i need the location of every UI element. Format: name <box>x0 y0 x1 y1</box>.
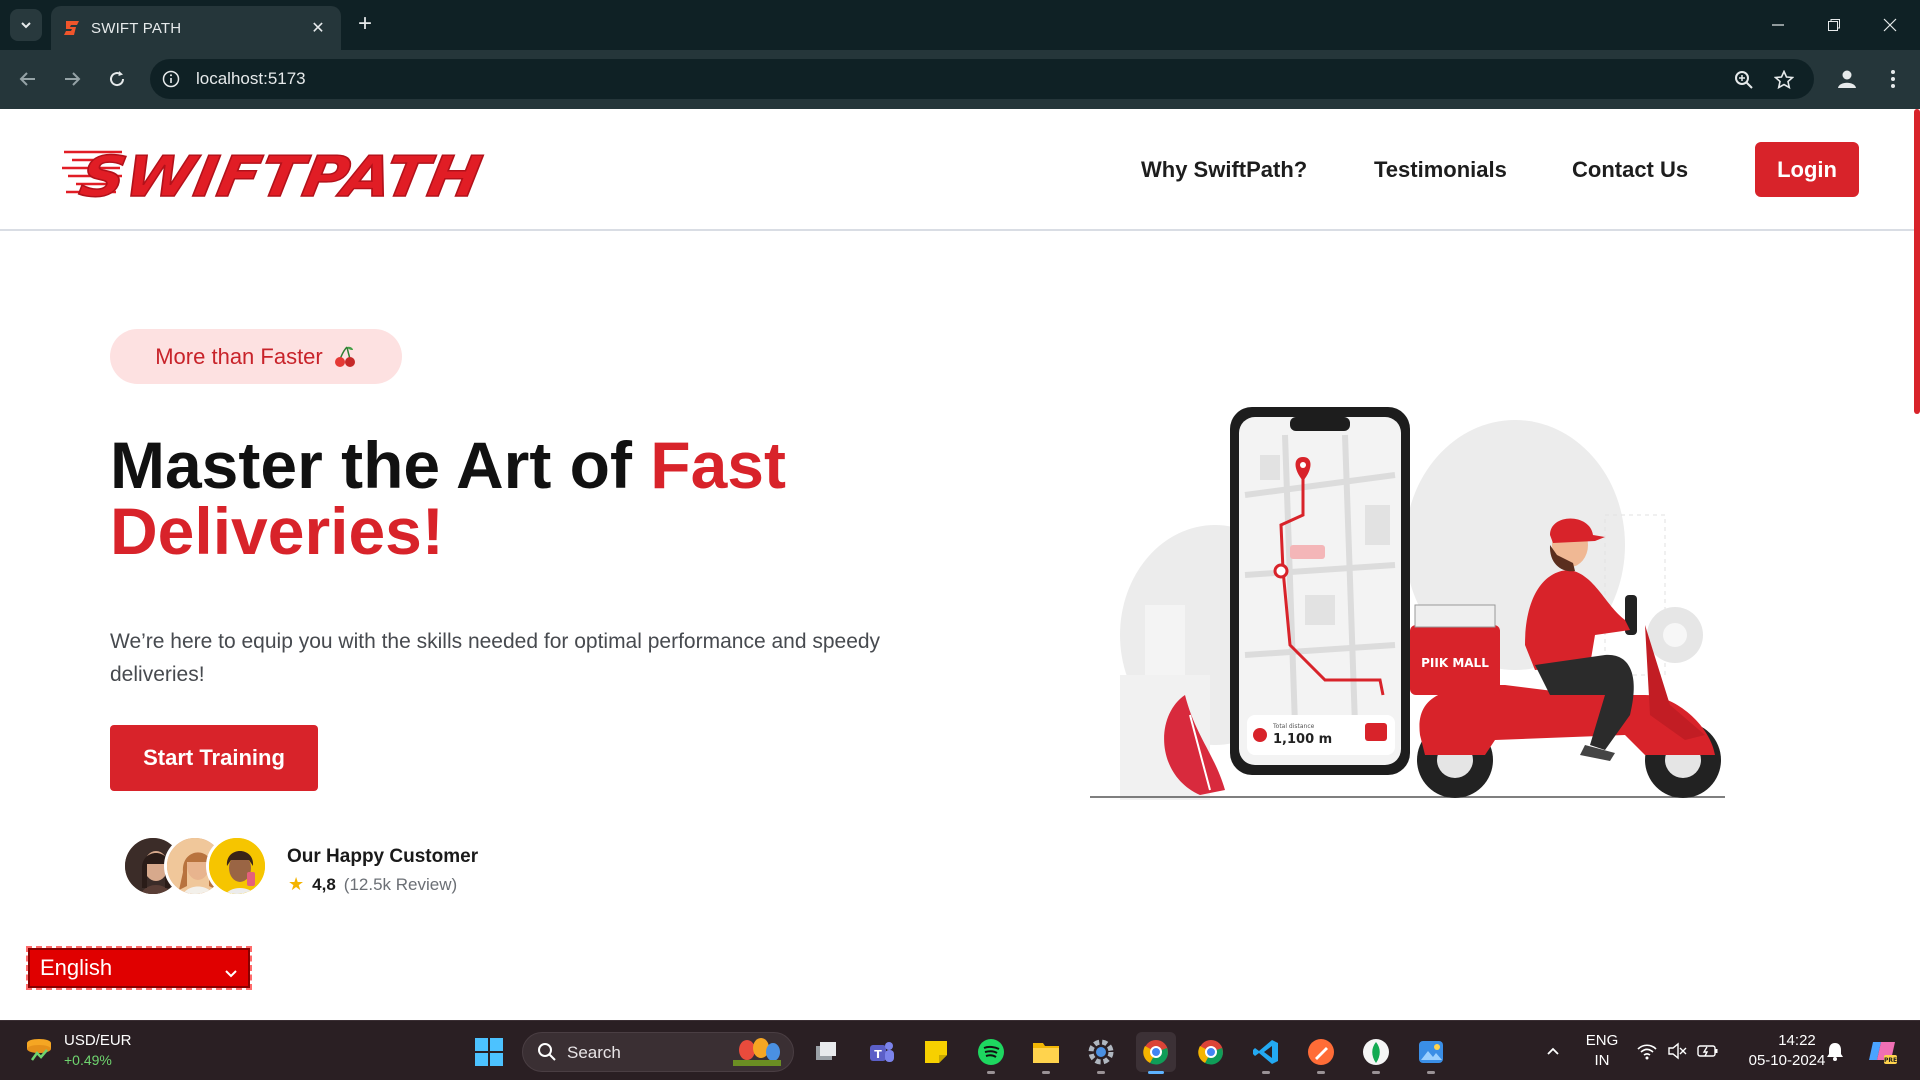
windows-taskbar: USD/EUR +0.49% Search T ENG IN 14:22 05-… <box>0 1020 1920 1080</box>
nav-why-swiftpath[interactable]: Why SwiftPath? <box>1141 157 1307 183</box>
hero-subtitle: We’re here to equip you with the skills … <box>110 630 881 686</box>
rating-reviews: (12.5k Review) <box>343 874 458 894</box>
url-field[interactable]: localhost:5173 <box>150 59 1814 99</box>
chevron-up-icon[interactable] <box>1542 1040 1564 1062</box>
new-tab-icon[interactable]: + <box>352 12 378 38</box>
tagline-pill: More than Faster <box>110 329 402 384</box>
cherry-icon <box>333 345 357 369</box>
running-indicator <box>1372 1071 1380 1074</box>
chrome-profile-icon[interactable] <box>1136 1032 1176 1074</box>
address-bar: localhost:5173 <box>0 50 1920 109</box>
window-close-icon[interactable] <box>1862 0 1918 50</box>
bookmark-star-icon[interactable] <box>1772 68 1796 92</box>
running-indicator <box>987 1071 995 1074</box>
clock-date[interactable]: 05-10-2024 <box>1737 1052 1837 1069</box>
ticker-change: +0.49% <box>64 1052 112 1068</box>
tab-title: SWIFT PATH <box>91 19 182 37</box>
tagline-text: More than Faster <box>155 343 323 369</box>
customers-title: Our Happy Customer <box>287 846 479 867</box>
nav-contact-us[interactable]: Contact Us <box>1572 157 1688 183</box>
browser-tab[interactable]: SWIFT PATH ✕ <box>51 6 341 50</box>
reload-icon[interactable] <box>101 63 133 95</box>
mongodb-compass-icon[interactable] <box>1356 1032 1396 1074</box>
customer-rating: ★ 4,8 (12.5k Review) <box>288 874 457 895</box>
chrome-icon[interactable] <box>1191 1032 1231 1072</box>
hero-title: Master the Art of Fast Deliveries! <box>110 432 910 564</box>
ticker-label: USD/EUR <box>64 1032 132 1049</box>
login-button[interactable]: Login <box>1755 142 1859 197</box>
language-select-value: English <box>40 955 113 980</box>
notification-bell-icon[interactable] <box>1824 1040 1846 1062</box>
running-indicator <box>1427 1071 1435 1074</box>
nav-testimonials[interactable]: Testimonials <box>1374 157 1507 183</box>
avatar <box>206 835 268 897</box>
copilot-icon[interactable]: PRE <box>1867 1036 1897 1066</box>
tab-search-icon[interactable] <box>10 9 42 41</box>
running-indicator <box>1262 1071 1270 1074</box>
profile-icon[interactable] <box>1832 64 1862 94</box>
logo-text: SWIFTPATH <box>75 145 486 206</box>
vscode-icon[interactable] <box>1246 1032 1286 1074</box>
task-view-icon[interactable] <box>806 1032 846 1072</box>
input-language-top[interactable]: ENG <box>1584 1032 1620 1049</box>
box-brand-text: PIIK MALL <box>1421 656 1489 670</box>
browser-tab-strip: SWIFT PATH ✕ + <box>0 0 1920 50</box>
close-icon[interactable]: ✕ <box>307 17 329 39</box>
delivery-scooter-illustration: Total distance 1,100 m PIIK MALL <box>1090 407 1725 800</box>
swiftpath-logo[interactable]: SWIFTPATH <box>62 136 492 206</box>
url-text: localhost:5173 <box>196 69 306 88</box>
svg-text:T: T <box>874 1048 882 1061</box>
site-header: SWIFTPATH Why SwiftPath? Testimonials Co… <box>0 109 1920 231</box>
running-indicator <box>1148 1071 1164 1074</box>
file-explorer-icon[interactable] <box>1026 1032 1066 1074</box>
site-info-icon[interactable] <box>160 68 182 90</box>
svg-text:PRE: PRE <box>1884 1057 1897 1064</box>
swiftpath-favicon-icon <box>63 19 81 37</box>
search-highlight-icon <box>733 1038 781 1066</box>
running-indicator <box>1097 1071 1105 1074</box>
forward-icon[interactable] <box>56 63 88 95</box>
stock-ticker-icon[interactable] <box>24 1034 54 1064</box>
windows-start-icon[interactable] <box>474 1037 504 1067</box>
distance-value: 1,100 m <box>1273 732 1332 747</box>
language-select[interactable]: English <box>26 946 252 990</box>
hero-title-main: Master the Art of <box>110 428 651 502</box>
teams-icon[interactable]: T <box>861 1032 901 1072</box>
running-indicator <box>1042 1071 1050 1074</box>
search-label: Search <box>567 1043 621 1062</box>
input-language-bottom[interactable]: IN <box>1584 1052 1620 1069</box>
taskbar-search-field[interactable]: Search <box>522 1032 794 1072</box>
battery-charging-icon[interactable] <box>1697 1040 1719 1062</box>
volume-muted-icon[interactable] <box>1666 1040 1688 1062</box>
search-icon <box>537 1042 557 1067</box>
settings-icon[interactable] <box>1081 1032 1121 1074</box>
running-indicator <box>1317 1071 1325 1074</box>
star-icon: ★ <box>288 874 305 894</box>
start-training-button[interactable]: Start Training <box>110 725 318 791</box>
minimize-icon[interactable] <box>1750 0 1806 50</box>
back-icon[interactable] <box>12 63 44 95</box>
restore-icon[interactable] <box>1806 0 1862 50</box>
chevron-down-icon <box>224 960 238 986</box>
customer-avatars <box>122 835 272 897</box>
wifi-icon[interactable] <box>1636 1040 1658 1062</box>
rating-score: 4,8 <box>312 874 336 894</box>
sticky-notes-icon[interactable] <box>916 1032 956 1072</box>
postman-icon[interactable] <box>1301 1032 1341 1074</box>
distance-label: Total distance <box>1272 723 1315 730</box>
spotify-icon[interactable] <box>971 1032 1011 1074</box>
page-scrollbar[interactable] <box>1914 109 1920 414</box>
zoom-icon[interactable] <box>1732 68 1756 92</box>
photos-icon[interactable] <box>1411 1032 1451 1074</box>
kebab-menu-icon[interactable] <box>1878 64 1908 94</box>
